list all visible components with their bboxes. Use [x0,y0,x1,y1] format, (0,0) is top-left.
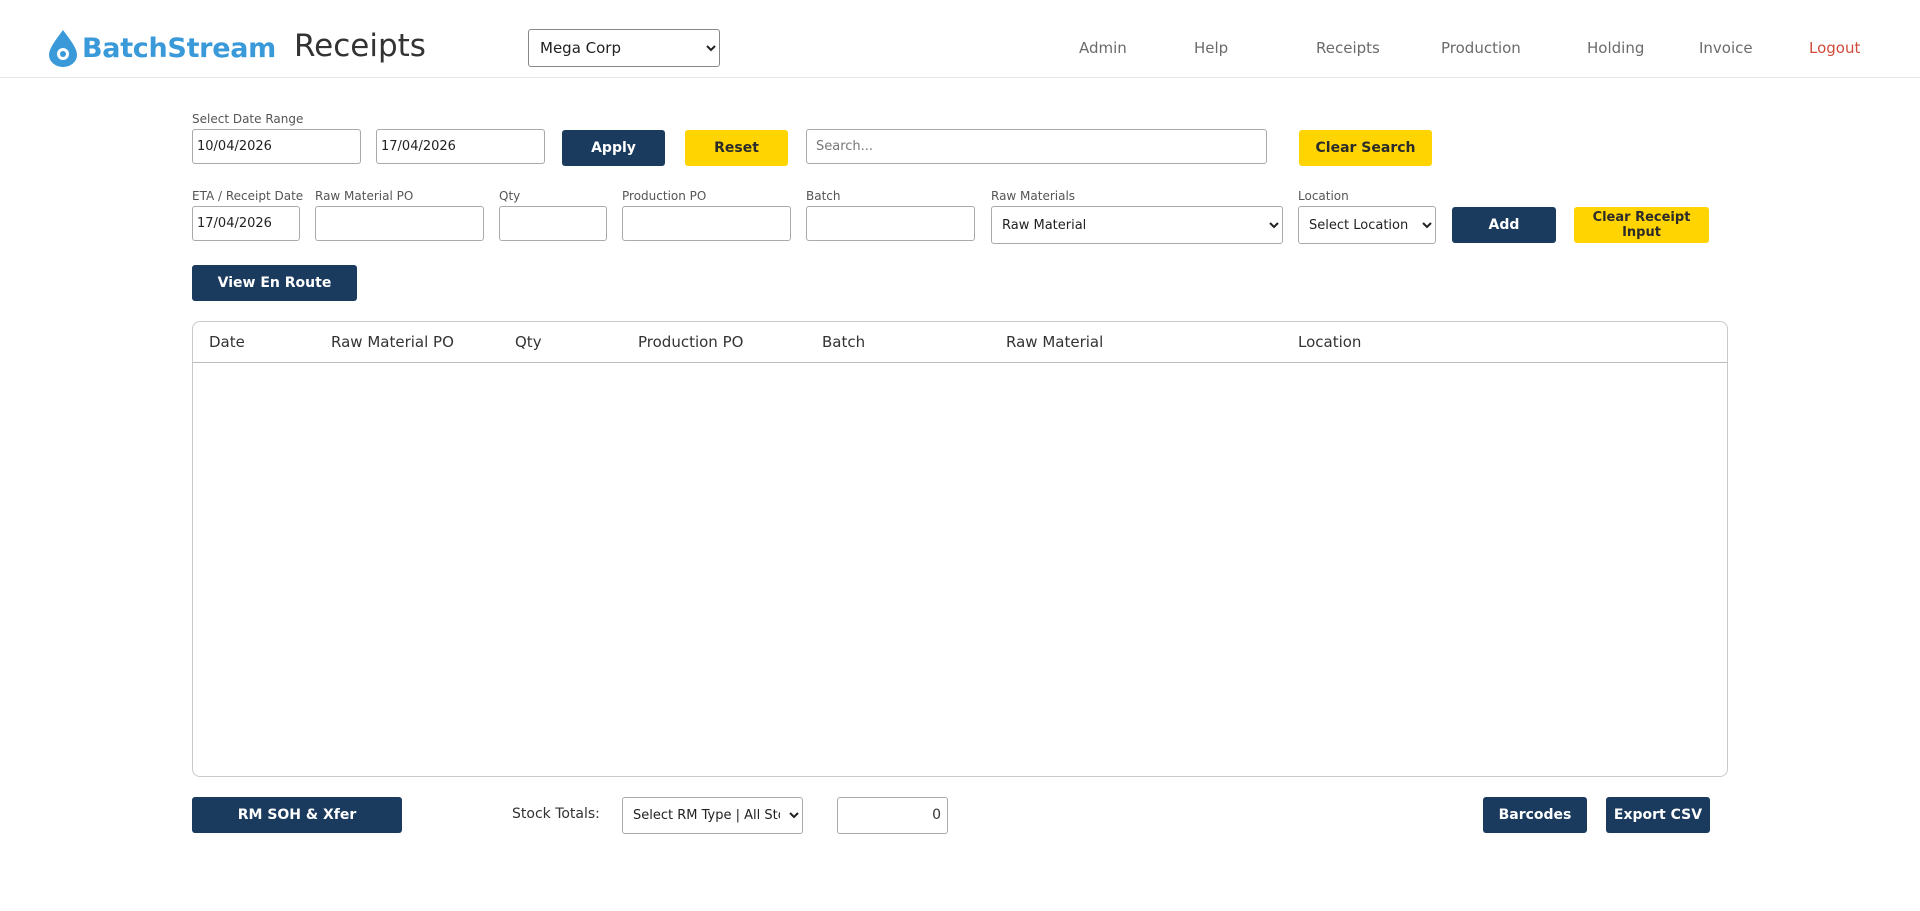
raw-materials-label: Raw Materials [991,189,1076,203]
qty-input[interactable] [499,206,607,241]
apply-button[interactable]: Apply [562,130,665,166]
nav-receipts[interactable]: Receipts [1316,39,1380,57]
col-raw-material[interactable]: Raw Material [1006,333,1103,351]
qty-label: Qty [499,189,521,203]
col-rm-po[interactable]: Raw Material PO [331,333,454,351]
brand-name: BatchStream [82,32,276,64]
app-header: BatchStream Receipts Mega Corp Admin Hel… [0,0,1920,78]
raw-material-select[interactable]: Raw Material [991,206,1283,244]
batch-label: Batch [806,189,841,203]
table-header: Date Raw Material PO Qty Production PO B… [193,322,1727,363]
brand-logo[interactable]: BatchStream [46,28,276,68]
nav-production[interactable]: Production [1441,39,1521,57]
date-from-input[interactable] [192,129,361,164]
nav-invoice[interactable]: Invoice [1699,39,1753,57]
batch-input[interactable] [806,206,975,241]
rm-po-input[interactable] [315,206,484,241]
rm-soh-xfer-button[interactable]: RM SOH & Xfer [192,797,402,833]
page-title: Receipts [294,28,426,64]
col-location[interactable]: Location [1298,333,1361,351]
col-prod-po[interactable]: Production PO [638,333,743,351]
nav-help[interactable]: Help [1194,39,1228,57]
receipts-table: Date Raw Material PO Qty Production PO B… [192,321,1728,777]
nav-admin[interactable]: Admin [1079,39,1127,57]
col-date[interactable]: Date [209,333,245,351]
company-select[interactable]: Mega Corp [528,29,720,67]
date-to-input[interactable] [376,129,545,164]
export-csv-button[interactable]: Export CSV [1606,797,1710,833]
eta-label: ETA / Receipt Date [192,189,304,203]
col-batch[interactable]: Batch [822,333,865,351]
logo-icon [49,30,77,67]
nav-logout[interactable]: Logout [1809,39,1860,57]
eta-date-input[interactable] [192,206,300,241]
rm-po-label: Raw Material PO [315,189,414,203]
barcodes-button[interactable]: Barcodes [1483,797,1587,833]
nav-holding[interactable]: Holding [1587,39,1644,57]
location-label: Location [1298,189,1349,203]
clear-search-button[interactable]: Clear Search [1299,130,1432,166]
clear-receipt-input-button[interactable]: Clear Receipt Input [1574,207,1709,243]
view-en-route-button[interactable]: View En Route [192,265,357,301]
reset-button[interactable]: Reset [685,130,788,166]
date-range-label: Select Date Range [192,112,304,126]
search-input[interactable] [806,129,1267,164]
prod-po-input[interactable] [622,206,791,241]
stock-totals-label: Stock Totals: [512,806,600,822]
location-select[interactable]: Select Location [1298,206,1436,244]
col-qty[interactable]: Qty [515,333,542,351]
add-button[interactable]: Add [1452,207,1556,243]
stock-total-value: 0 [837,797,948,834]
prod-po-label: Production PO [622,189,707,203]
rm-type-select[interactable]: Select RM Type | All Stock [622,797,803,834]
